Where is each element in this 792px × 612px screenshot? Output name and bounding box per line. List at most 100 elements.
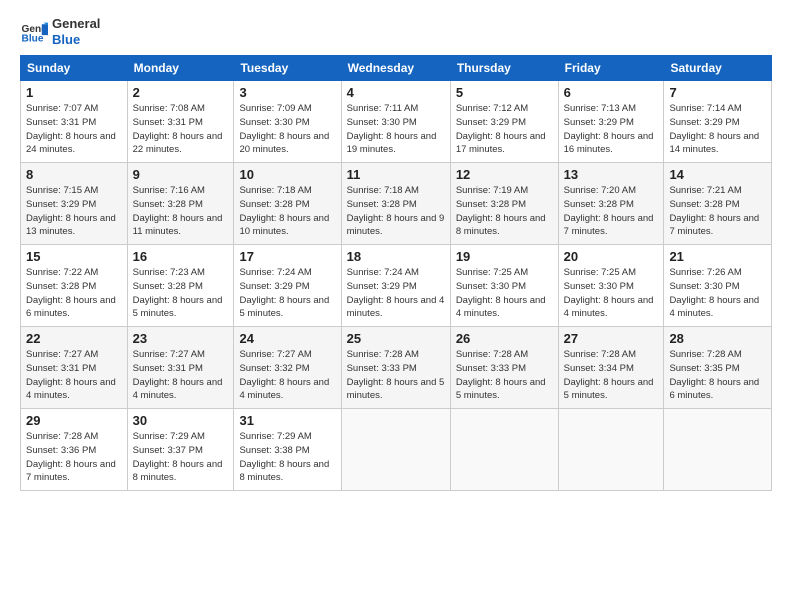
day-number: 21: [669, 249, 766, 264]
day-cell: 5 Sunrise: 7:12 AMSunset: 3:29 PMDaylight…: [450, 81, 558, 163]
day-number: 4: [347, 85, 445, 100]
day-number: 19: [456, 249, 553, 264]
week-row-3: 15 Sunrise: 7:22 AMSunset: 3:28 PMDayligh…: [21, 245, 772, 327]
logo: General Blue General Blue: [20, 16, 100, 47]
day-detail: Sunrise: 7:07 AMSunset: 3:31 PMDaylight:…: [26, 102, 122, 157]
day-cell: 24 Sunrise: 7:27 AMSunset: 3:32 PMDayligh…: [234, 327, 341, 409]
day-detail: Sunrise: 7:20 AMSunset: 3:28 PMDaylight:…: [564, 184, 659, 239]
day-number: 5: [456, 85, 553, 100]
day-number: 27: [564, 331, 659, 346]
week-row-1: 1 Sunrise: 7:07 AMSunset: 3:31 PMDaylight…: [21, 81, 772, 163]
day-number: 16: [133, 249, 229, 264]
logo-text-blue: Blue: [52, 32, 100, 48]
day-cell: 31Sunrise: 7:29 AMSunset: 3:38 PMDayligh…: [234, 409, 341, 491]
day-number: 8: [26, 167, 122, 182]
day-cell: 10Sunrise: 7:18 AMSunset: 3:28 PMDayligh…: [234, 163, 341, 245]
day-cell: 15 Sunrise: 7:22 AMSunset: 3:28 PMDayligh…: [21, 245, 128, 327]
day-cell: 4 Sunrise: 7:11 AMSunset: 3:30 PMDaylight…: [341, 81, 450, 163]
calendar-header: SundayMondayTuesdayWednesdayThursdayFrid…: [21, 56, 772, 81]
day-detail: Sunrise: 7:11 AMSunset: 3:30 PMDaylight:…: [347, 102, 445, 157]
column-header-friday: Friday: [558, 56, 664, 81]
day-detail: Sunrise: 7:12 AMSunset: 3:29 PMDaylight:…: [456, 102, 553, 157]
week-row-2: 8 Sunrise: 7:15 AMSunset: 3:29 PMDaylight…: [21, 163, 772, 245]
day-detail: Sunrise: 7:24 AMSunset: 3:29 PMDaylight:…: [239, 266, 335, 321]
day-cell: 9 Sunrise: 7:16 AMSunset: 3:28 PMDaylight…: [127, 163, 234, 245]
column-header-thursday: Thursday: [450, 56, 558, 81]
day-cell: 20 Sunrise: 7:25 AMSunset: 3:30 PMDayligh…: [558, 245, 664, 327]
day-cell: 22Sunrise: 7:27 AMSunset: 3:31 PMDayligh…: [21, 327, 128, 409]
day-detail: Sunrise: 7:09 AMSunset: 3:30 PMDaylight:…: [239, 102, 335, 157]
day-detail: Sunrise: 7:25 AMSunset: 3:30 PMDaylight:…: [564, 266, 659, 321]
day-number: 6: [564, 85, 659, 100]
day-detail: Sunrise: 7:28 AMSunset: 3:34 PMDaylight:…: [564, 348, 659, 403]
day-detail: Sunrise: 7:16 AMSunset: 3:28 PMDaylight:…: [133, 184, 229, 239]
day-cell: 27 Sunrise: 7:28 AMSunset: 3:34 PMDayligh…: [558, 327, 664, 409]
day-cell: 13Sunrise: 7:20 AMSunset: 3:28 PMDayligh…: [558, 163, 664, 245]
day-detail: Sunrise: 7:25 AMSunset: 3:30 PMDaylight:…: [456, 266, 553, 321]
day-cell: 12 Sunrise: 7:19 AMSunset: 3:28 PMDayligh…: [450, 163, 558, 245]
day-number: 20: [564, 249, 659, 264]
day-cell: 14 Sunrise: 7:21 AMSunset: 3:28 PMDayligh…: [664, 163, 772, 245]
day-detail: Sunrise: 7:28 AMSunset: 3:36 PMDaylight:…: [26, 430, 122, 485]
day-detail: Sunrise: 7:08 AMSunset: 3:31 PMDaylight:…: [133, 102, 229, 157]
day-detail: Sunrise: 7:24 AMSunset: 3:29 PMDaylight:…: [347, 266, 445, 321]
day-cell: 25 Sunrise: 7:28 AMSunset: 3:33 PMDayligh…: [341, 327, 450, 409]
day-cell: 11 Sunrise: 7:18 AMSunset: 3:28 PMDayligh…: [341, 163, 450, 245]
day-number: 31: [239, 413, 335, 428]
day-detail: Sunrise: 7:19 AMSunset: 3:28 PMDaylight:…: [456, 184, 553, 239]
day-cell: [341, 409, 450, 491]
day-number: 23: [133, 331, 229, 346]
logo-icon: General Blue: [20, 18, 48, 46]
day-cell: 18Sunrise: 7:24 AMSunset: 3:29 PMDayligh…: [341, 245, 450, 327]
day-cell: 17 Sunrise: 7:24 AMSunset: 3:29 PMDayligh…: [234, 245, 341, 327]
day-number: 25: [347, 331, 445, 346]
day-number: 14: [669, 167, 766, 182]
day-cell: 19 Sunrise: 7:25 AMSunset: 3:30 PMDayligh…: [450, 245, 558, 327]
day-detail: Sunrise: 7:23 AMSunset: 3:28 PMDaylight:…: [133, 266, 229, 321]
page: General Blue General Blue SundayMondayTu…: [0, 0, 792, 612]
day-detail: Sunrise: 7:18 AMSunset: 3:28 PMDaylight:…: [347, 184, 445, 239]
day-detail: Sunrise: 7:26 AMSunset: 3:30 PMDaylight:…: [669, 266, 766, 321]
day-detail: Sunrise: 7:15 AMSunset: 3:29 PMDaylight:…: [26, 184, 122, 239]
column-header-saturday: Saturday: [664, 56, 772, 81]
day-number: 9: [133, 167, 229, 182]
day-cell: [558, 409, 664, 491]
day-detail: Sunrise: 7:28 AMSunset: 3:33 PMDaylight:…: [456, 348, 553, 403]
day-number: 28: [669, 331, 766, 346]
day-number: 12: [456, 167, 553, 182]
day-number: 26: [456, 331, 553, 346]
svg-text:Blue: Blue: [22, 33, 44, 44]
day-cell: 2Sunrise: 7:08 AMSunset: 3:31 PMDaylight…: [127, 81, 234, 163]
column-header-monday: Monday: [127, 56, 234, 81]
day-detail: Sunrise: 7:27 AMSunset: 3:31 PMDaylight:…: [26, 348, 122, 403]
week-row-5: 29Sunrise: 7:28 AMSunset: 3:36 PMDayligh…: [21, 409, 772, 491]
header-row: General Blue General Blue: [20, 16, 772, 47]
day-number: 15: [26, 249, 122, 264]
day-number: 1: [26, 85, 122, 100]
day-cell: [664, 409, 772, 491]
day-number: 10: [239, 167, 335, 182]
day-number: 17: [239, 249, 335, 264]
day-detail: Sunrise: 7:13 AMSunset: 3:29 PMDaylight:…: [564, 102, 659, 157]
day-number: 24: [239, 331, 335, 346]
day-cell: 26 Sunrise: 7:28 AMSunset: 3:33 PMDayligh…: [450, 327, 558, 409]
day-number: 11: [347, 167, 445, 182]
day-number: 3: [239, 85, 335, 100]
day-cell: 1 Sunrise: 7:07 AMSunset: 3:31 PMDaylight…: [21, 81, 128, 163]
day-cell: 28 Sunrise: 7:28 AMSunset: 3:35 PMDayligh…: [664, 327, 772, 409]
day-detail: Sunrise: 7:21 AMSunset: 3:28 PMDaylight:…: [669, 184, 766, 239]
day-number: 30: [133, 413, 229, 428]
column-header-tuesday: Tuesday: [234, 56, 341, 81]
day-detail: Sunrise: 7:22 AMSunset: 3:28 PMDaylight:…: [26, 266, 122, 321]
day-cell: 3 Sunrise: 7:09 AMSunset: 3:30 PMDaylight…: [234, 81, 341, 163]
day-cell: 29Sunrise: 7:28 AMSunset: 3:36 PMDayligh…: [21, 409, 128, 491]
day-cell: [450, 409, 558, 491]
day-detail: Sunrise: 7:28 AMSunset: 3:33 PMDaylight:…: [347, 348, 445, 403]
column-header-sunday: Sunday: [21, 56, 128, 81]
day-detail: Sunrise: 7:29 AMSunset: 3:37 PMDaylight:…: [133, 430, 229, 485]
day-detail: Sunrise: 7:27 AMSunset: 3:32 PMDaylight:…: [239, 348, 335, 403]
day-detail: Sunrise: 7:14 AMSunset: 3:29 PMDaylight:…: [669, 102, 766, 157]
day-cell: 16 Sunrise: 7:23 AMSunset: 3:28 PMDayligh…: [127, 245, 234, 327]
day-cell: 8 Sunrise: 7:15 AMSunset: 3:29 PMDaylight…: [21, 163, 128, 245]
day-detail: Sunrise: 7:28 AMSunset: 3:35 PMDaylight:…: [669, 348, 766, 403]
